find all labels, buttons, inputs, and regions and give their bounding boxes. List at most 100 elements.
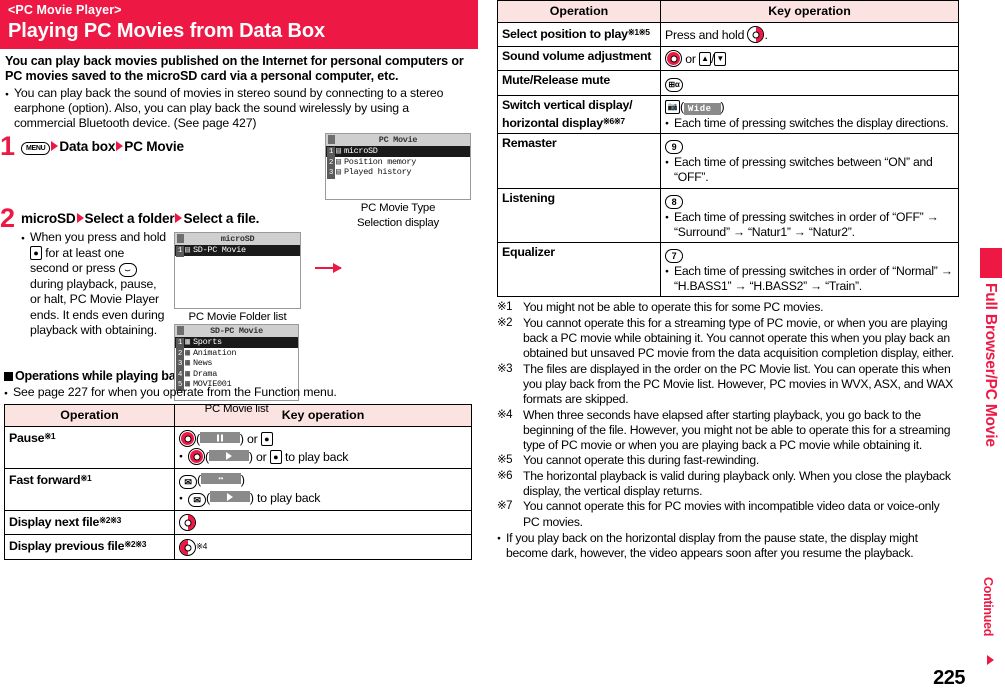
continued-arrow-icon [987,655,994,665]
step-2-part-2: Select a folder [84,211,175,227]
camera-shutter-key-icon: 📷 [665,100,680,114]
key-text-after: or [682,52,699,66]
row-operation-label-2: horizontal display [502,115,603,130]
numeric-key-9-icon: 9 [665,140,683,155]
row-operation: Fast forward※1 [4,468,175,512]
i-alpha-key-icon: ⊞α [665,78,683,92]
arrow-icon [175,213,183,224]
row-operation-label-1: Switch vertical display/ [502,98,633,112]
table-row: Switch vertical display/ horizontal disp… [497,94,959,135]
arrow-icon [116,141,124,152]
item-label: microSD [344,146,378,157]
folder-icon: ▤ [336,167,341,178]
row-key-operation: () or ● () or ● to play back [174,426,472,470]
list-item[interactable]: 1 ▤ SD-PC Movie [175,245,300,257]
footnote-mark: ※5 [497,454,513,467]
item-label: Drama [193,368,218,379]
key-line: 📷(Wide) [665,99,954,115]
footnote-mark: ※3 [497,362,513,375]
row-operation-label: Select position to play [502,27,628,41]
banner-kicker: <PC Movie Player> [8,3,122,17]
item-label: News [193,358,213,369]
list-item[interactable]: 1 ▦ Sports [175,337,298,349]
key-line-sub: ✉() to play back [179,490,467,508]
right-arrow-icon [315,263,343,274]
table-header-row: Operation Key operation [497,0,959,23]
row-operation: Listening [497,187,661,244]
right-column: Operation Key operation Select position … [497,0,959,698]
list-item[interactable]: 1 ▤ microSD [326,146,470,158]
footnote: ※6 The horizontal playback is valid durin… [497,469,959,500]
row-operation-label: Display previous file [9,539,125,554]
row-key-operation: ✉(▪▪) ✉() to play back [174,468,472,512]
nav-right-key-icon [747,26,765,43]
row-operation-label: Equalizer [502,245,555,260]
step-2-note: When you press and hold ● for at least o… [21,230,166,338]
list-item[interactable]: 2 ▦ Animation [175,347,298,360]
numeric-key-7-icon: 7 [665,249,683,264]
key-line: ※4 [179,538,467,557]
sidebar-tab-label: Full Browser/PC Movie [982,283,999,447]
row-operation-marks: ※2※3 [99,515,121,526]
pc-movie-folder-screen: microSD 1 ▤ SD-PC Movie [174,232,301,310]
screen-statusbar: microSD [175,233,300,246]
list-item-empty [175,277,300,288]
key-line: 7 [665,246,954,264]
footnote-text: You might not be able to operate this fo… [523,300,824,315]
key-line: ✉(▪▪) [179,472,467,490]
footnote: ※4 When three seconds have elapsed after … [497,408,959,454]
folder-icon: ▤ [185,245,190,256]
page-banner: <PC Movie Player> Playing PC Movies from… [0,0,478,49]
movie-list-block: SD-PC Movie 1 ▦ Sports 2 ▦ Animation 3 ▦ News [174,324,299,416]
softkey-wide-label: Wide [683,103,721,115]
folder-list-caption: PC Movie Folder list [188,311,287,324]
row-operation: Select position to play※1※5 [497,22,661,47]
file-icon: ▦ [185,347,190,358]
table-row: Remaster 9 Each time of pressing switche… [497,133,959,189]
screen-statusbar: PC Movie [326,134,470,147]
table-row: Sound volume adjustment or ▲ / ▼ [497,46,959,71]
key-line [179,514,467,532]
file-icon: ▦ [185,368,190,379]
step-2-part-1: microSD [21,211,76,227]
row-operation-label: Display next file [9,515,100,530]
row-operation: Mute/Release mute [497,70,661,96]
step-2-number: 2 [0,203,16,234]
key-text-after: . [764,28,768,42]
table-row: Display next file※2※3 [4,510,472,536]
arrow-icon [51,141,59,152]
list-item[interactable]: 4 ▦ Drama [175,368,298,381]
list-item[interactable]: 3 ▤ Played history [326,167,470,179]
footnote-mark: ※2 [497,316,513,329]
row-operation-label: Listening [502,190,555,205]
key-note: Each time of pressing switches the displ… [665,116,954,132]
row-operation-marks: ※1※5 [627,27,650,37]
row-operation: Sound volume adjustment [497,46,661,71]
row-operation: Display previous file※2※3 [4,534,175,561]
row-operation-label-2-wrap: horizontal display※6※7 [502,114,656,132]
footnote-text: You cannot operate this during fast-rewi… [523,453,760,468]
screen-title: SD-PC Movie [210,326,263,337]
page-title: Playing PC Movies from Data Box [8,20,325,42]
final-note: If you play back on the horizontal displ… [497,531,959,562]
table-row: Listening 8 Each time of pressing switch… [497,187,959,244]
col-operation: Operation [4,404,175,428]
folder-icon: ▤ [336,146,341,157]
row-key-mark: ※4 [196,541,207,552]
key-note: Each time of pressing switches in order … [665,264,954,294]
row-operation-label: Remaster [502,136,557,151]
intro-note: You can play back the sound of movies in… [5,86,470,132]
signal-icon [177,326,184,336]
up-key-icon: ▲ [698,52,711,66]
row-operation: Switch vertical display/ horizontal disp… [497,94,661,135]
end-key-icon: ⌣ [118,263,137,278]
list-item[interactable]: 3 ▦ News [175,358,298,370]
list-item-empty [175,266,300,277]
step-2-body: When you press and hold ● for at least o… [21,230,166,338]
list-item[interactable]: 2 ▤ Position memory [326,157,470,169]
movie-list-caption: PC Movie list [204,403,269,416]
table-row: Display previous file※2※3 ※4 [4,534,472,561]
signal-icon [177,234,184,244]
row-key-operation: ※4 [174,534,472,561]
screen-title: microSD [220,234,255,245]
